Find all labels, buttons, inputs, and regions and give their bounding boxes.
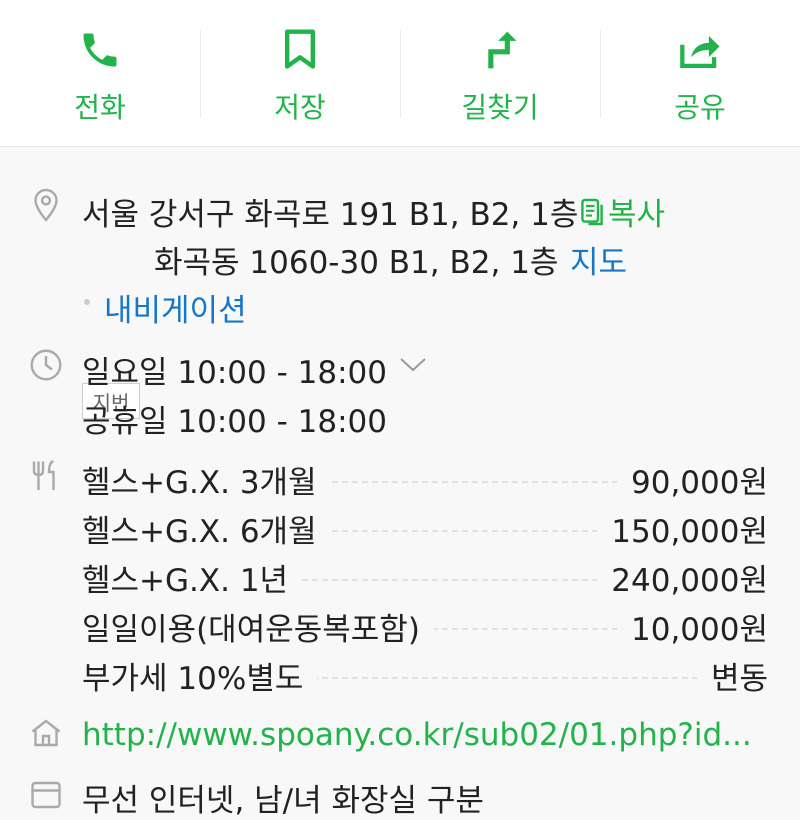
location-pin-icon xyxy=(34,188,58,222)
menu-item-price: 240,000원 xyxy=(597,555,768,600)
home-icon xyxy=(31,719,61,747)
share-icon xyxy=(676,26,724,74)
menu-item: 부가세 10%별도 변동 xyxy=(82,653,768,698)
facilities-text: 무선 인터넷, 남/녀 화장실 구분 xyxy=(82,783,484,819)
copy-label: 복사 xyxy=(608,197,666,233)
menu-item: 헬스+G.X. 6개월 150,000원 xyxy=(82,506,768,551)
homepage-link[interactable]: http://www.spoany.co.kr/sub02/01.php?id.… xyxy=(82,717,752,753)
facilities-icon xyxy=(31,781,61,809)
directions-label: 길찾기 xyxy=(461,91,539,124)
menu-item-name: 헬스+G.X. 3개월 xyxy=(82,457,331,502)
menu-item-price: 변동 xyxy=(696,653,768,698)
call-button[interactable]: 전화 xyxy=(0,0,200,146)
bullet-dot xyxy=(84,299,90,305)
phone-icon xyxy=(76,26,124,74)
fork-knife-icon xyxy=(32,460,55,490)
share-button[interactable]: 공유 xyxy=(600,0,800,146)
copy-button[interactable]: 복사 xyxy=(580,189,665,234)
bookmark-icon xyxy=(276,26,324,74)
menu-item-price: 10,000원 xyxy=(617,604,768,649)
navigation-link[interactable]: 내비게이션 xyxy=(104,285,247,330)
chevron-down-icon[interactable] xyxy=(398,355,428,375)
call-label: 전화 xyxy=(74,91,126,124)
menu-item-name: 부가세 10%별도 xyxy=(82,653,318,698)
place-info: 서울 강서구 화곡로 191 B1, B2, 1층 복사 지번 화곡동 1060… xyxy=(0,147,800,819)
menu-item: 헬스+G.X. 1년 240,000원 xyxy=(82,555,768,600)
directions-icon xyxy=(476,26,524,74)
hours-line-2: 공휴일 10:00 - 18:00 xyxy=(82,404,387,440)
jibun-address: 화곡동 1060-30 B1, B2, 1층 xyxy=(154,245,559,281)
save-button[interactable]: 저장 xyxy=(200,0,400,146)
menu-item-name: 헬스+G.X. 6개월 xyxy=(82,506,331,551)
copy-icon xyxy=(581,198,603,225)
clock-icon xyxy=(30,349,62,381)
action-bar: 전화 저장 길찾기 공유 xyxy=(0,0,800,147)
share-label: 공유 xyxy=(674,91,726,124)
menu-item-name: 헬스+G.X. 1년 xyxy=(82,555,303,600)
save-label: 저장 xyxy=(274,91,326,124)
hours-line-1: 일요일 10:00 - 18:00 xyxy=(82,355,387,391)
menu-item: 헬스+G.X. 3개월 90,000원 xyxy=(82,457,768,502)
menu-item: 일일이용(대여운동복포함) 10,000원 xyxy=(82,604,768,649)
menu-item-price: 150,000원 xyxy=(597,506,768,551)
menu-item-price: 90,000원 xyxy=(617,457,768,502)
road-address: 서울 강서구 화곡로 191 B1, B2, 1층 xyxy=(82,197,579,233)
menu-item-name: 일일이용(대여운동복포함) xyxy=(82,604,434,649)
map-link[interactable]: 지도 xyxy=(570,237,627,282)
directions-button[interactable]: 길찾기 xyxy=(400,0,600,146)
